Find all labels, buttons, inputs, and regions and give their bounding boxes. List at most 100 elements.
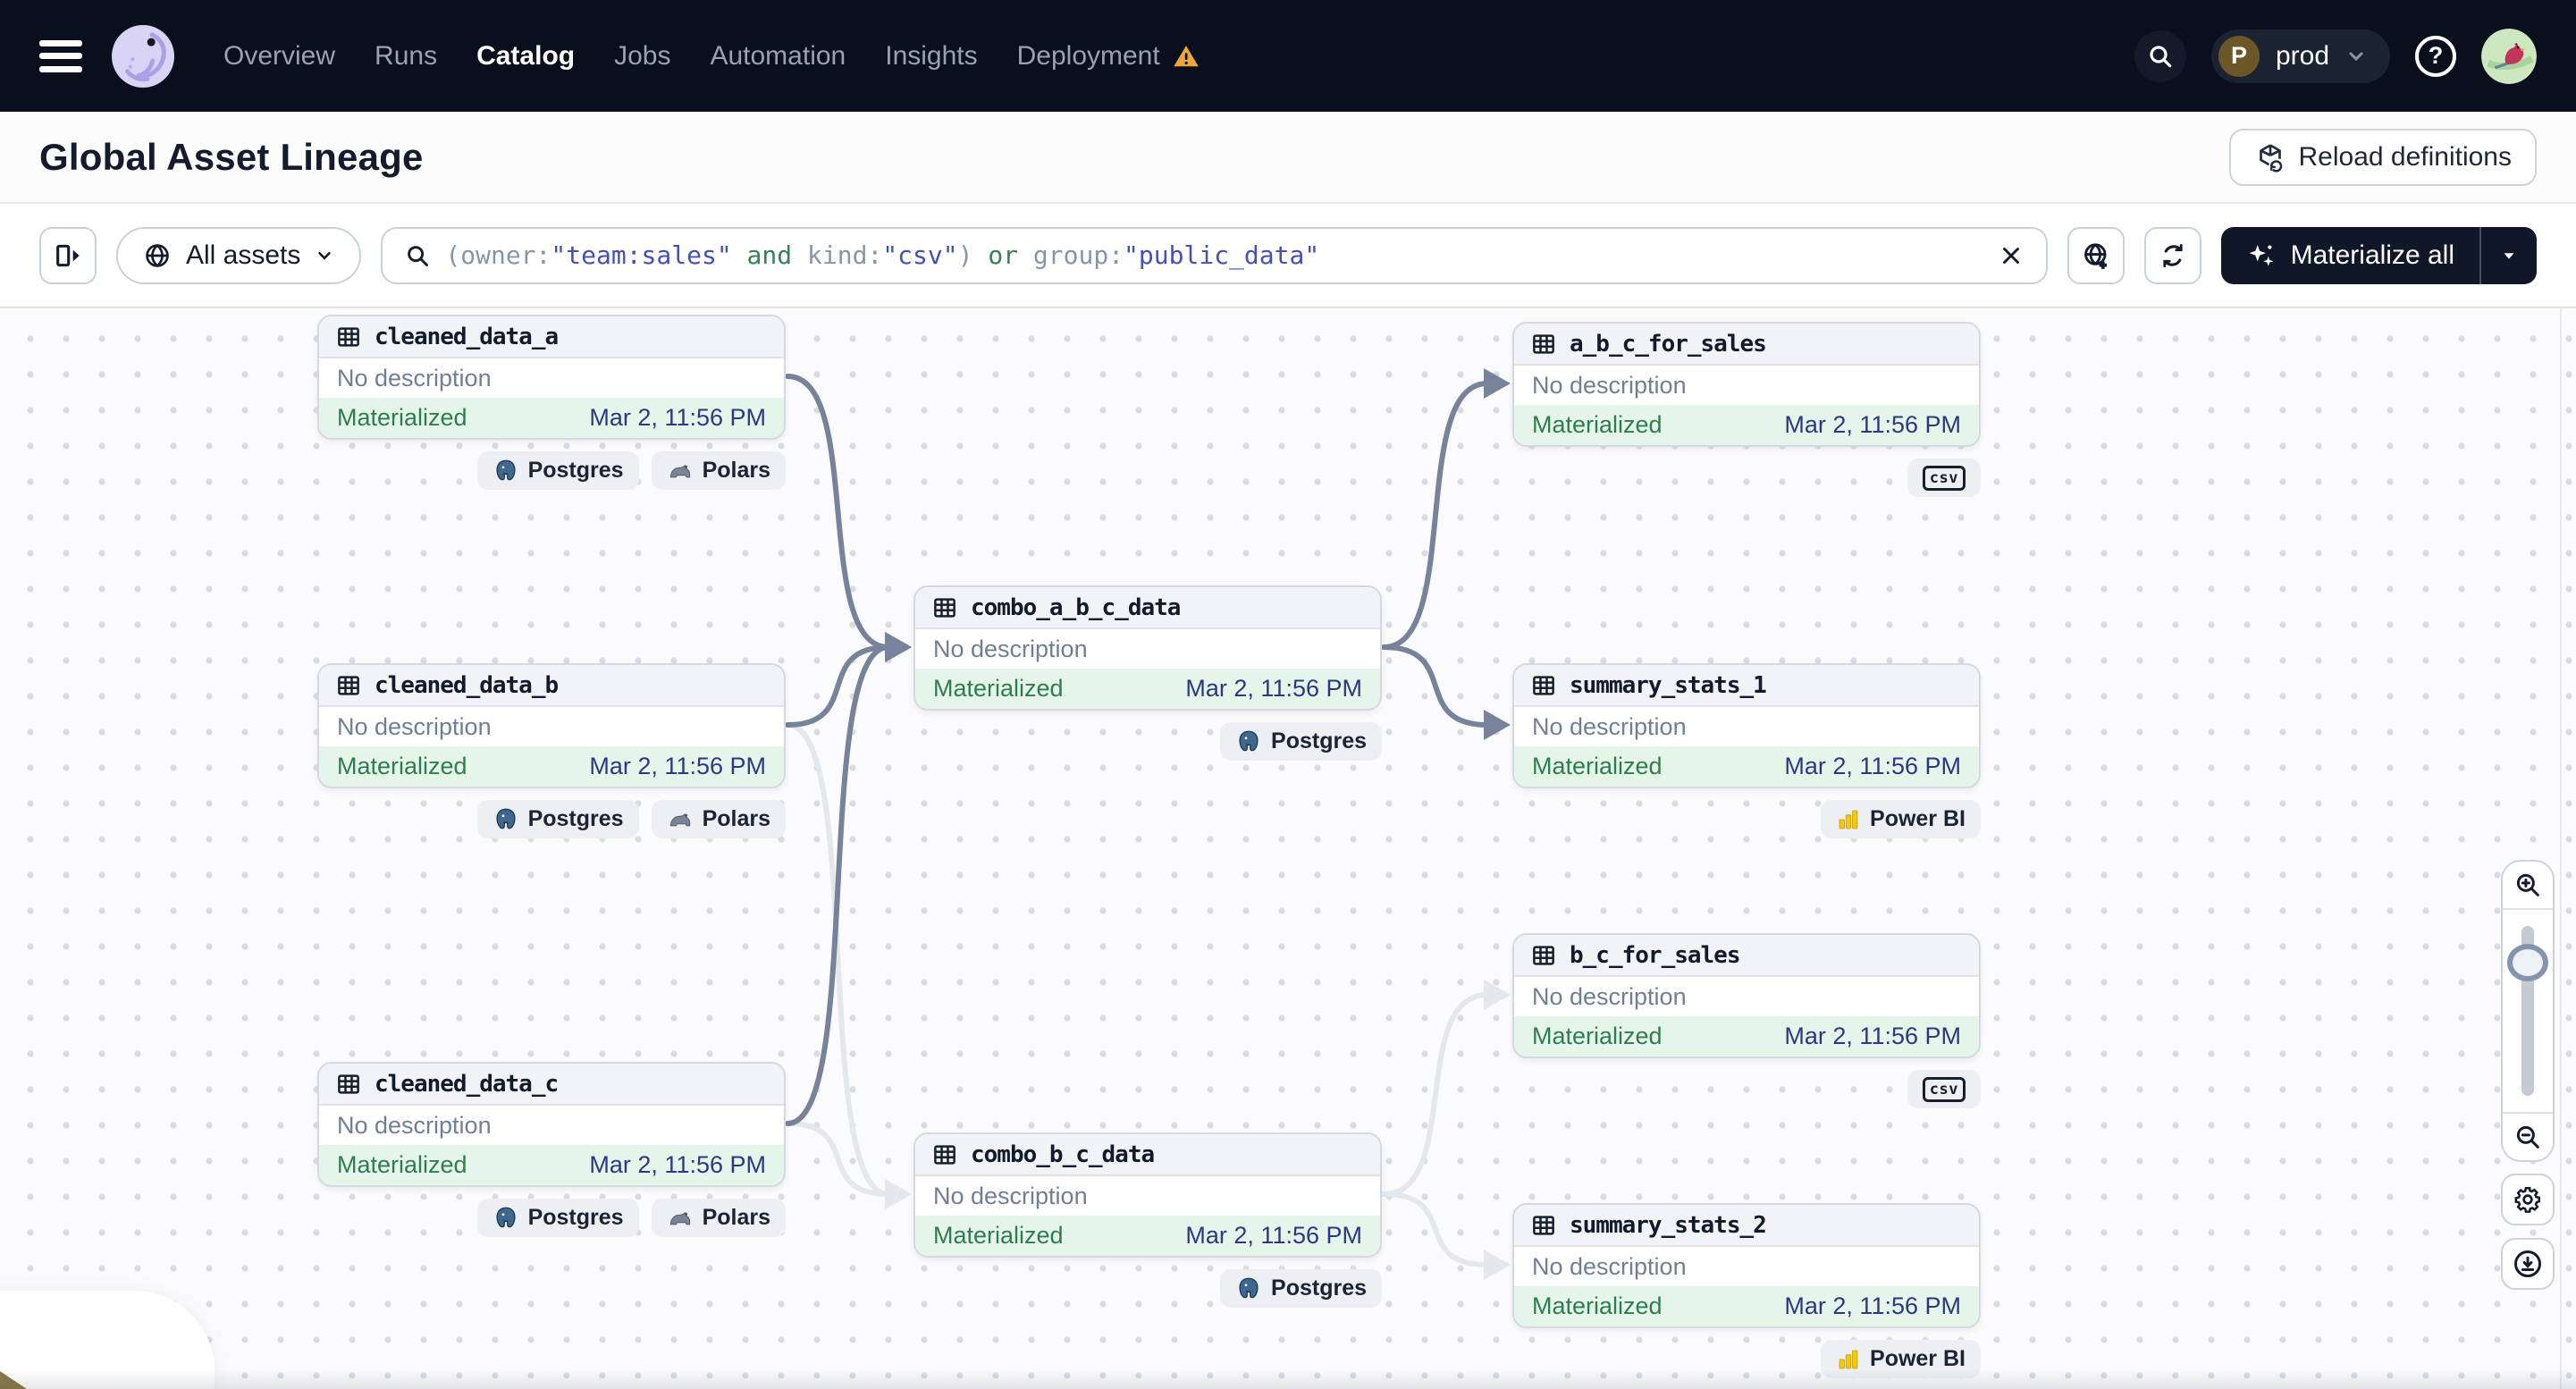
table-icon (1533, 333, 1554, 354)
asset-tags: Postgres Polars (317, 800, 786, 838)
asset-status-row: Materialized Mar 2, 11:56 PM (1514, 405, 1979, 445)
asset-node-header: summary_stats_2 (1514, 1205, 1979, 1247)
asset-node-card[interactable]: combo_a_b_c_data No description Material… (913, 585, 1382, 711)
asset-scope-label: All assets (186, 240, 301, 270)
nav-item-automation[interactable]: Automation (710, 41, 846, 72)
asset-node-card[interactable]: cleaned_data_b No description Materializ… (317, 663, 786, 788)
nav-item-overview[interactable]: Overview (223, 41, 335, 72)
asset-status: Materialized (1532, 1023, 1663, 1049)
kind-tag-csv[interactable]: csv (1907, 1070, 1981, 1108)
asset-timestamp[interactable]: Mar 2, 11:56 PM (589, 404, 766, 432)
asset-timestamp[interactable]: Mar 2, 11:56 PM (1784, 1292, 1961, 1320)
page-header: Global Asset Lineage Reload definitions (0, 112, 2576, 204)
kind-tag-postgres[interactable]: Postgres (476, 451, 639, 490)
search-icon[interactable] (2134, 29, 2186, 82)
asset-timestamp[interactable]: Mar 2, 11:56 PM (1784, 1023, 1961, 1050)
asset-status-row: Materialized Mar 2, 11:56 PM (915, 669, 1380, 709)
asset-node-card[interactable]: summary_stats_1 No description Materiali… (1512, 663, 1981, 788)
asset-node-card[interactable]: cleaned_data_a No description Materializ… (317, 315, 786, 440)
nav-item-catalog[interactable]: Catalog (476, 41, 575, 72)
asset-node-summary_stats_2[interactable]: summary_stats_2 No description Materiali… (1512, 1203, 1981, 1378)
asset-status: Materialized (1532, 753, 1663, 779)
nav-item-insights[interactable]: Insights (885, 41, 977, 72)
open-left-panel-button[interactable] (39, 226, 97, 284)
kind-tag-csv[interactable]: csv (1907, 459, 1981, 497)
asset-search-input[interactable]: (owner:"team:sales" and kind:"csv") or g… (381, 226, 2048, 284)
asset-name: combo_a_b_c_data (971, 593, 1181, 621)
nav-item-deployment[interactable]: Deployment (1017, 41, 1200, 72)
asset-node-card[interactable]: summary_stats_2 No description Materiali… (1512, 1203, 1981, 1328)
asset-timestamp[interactable]: Mar 2, 11:56 PM (589, 753, 766, 780)
asset-node-cleaned_data_b[interactable]: cleaned_data_b No description Materializ… (317, 663, 786, 838)
asset-node-a_b_c_for_sales[interactable]: a_b_c_for_sales No description Materiali… (1512, 322, 1981, 497)
environment-switcher[interactable]: P prod (2210, 29, 2390, 83)
new-catalog-view-button[interactable] (2067, 226, 2125, 284)
asset-description: No description (933, 635, 1088, 662)
kind-tag-polars[interactable]: Polars (651, 1199, 786, 1237)
canvas-right-divider (2560, 308, 2562, 1389)
asset-tags: Postgres Polars (317, 451, 786, 490)
download-graph-button[interactable] (2501, 1238, 2555, 1290)
table-icon (1533, 675, 1554, 695)
asset-status-row: Materialized Mar 2, 11:56 PM (1514, 1016, 1979, 1056)
asset-node-cleaned_data_a[interactable]: cleaned_data_a No description Materializ… (317, 315, 786, 490)
postgres-icon (496, 808, 516, 829)
zoom-out-icon (2516, 1125, 2539, 1149)
asset-name: a_b_c_for_sales (1570, 330, 1767, 358)
kind-tag-postgres[interactable]: Postgres (476, 1199, 639, 1237)
asset-description: No description (1532, 712, 1687, 740)
zoom-slider-thumb[interactable] (2507, 944, 2548, 981)
chevron-down-icon (2349, 52, 2363, 61)
hamburger-menu-icon[interactable] (39, 39, 82, 72)
asset-node-header: combo_b_c_data (915, 1134, 1380, 1176)
postgres-icon (496, 459, 516, 480)
asset-node-combo_a_b_c_data[interactable]: combo_a_b_c_data No description Material… (913, 585, 1382, 761)
materialize-all-button[interactable]: Materialize all (2220, 226, 2537, 284)
asset-node-card[interactable]: cleaned_data_c No description Materializ… (317, 1062, 786, 1187)
asset-timestamp[interactable]: Mar 2, 11:56 PM (1784, 753, 1961, 780)
asset-node-b_c_for_sales[interactable]: b_c_for_sales No description Materialize… (1512, 933, 1981, 1108)
help-icon[interactable]: ? (2415, 35, 2456, 77)
globe-plus-icon (2084, 242, 2107, 269)
asset-timestamp[interactable]: Mar 2, 11:56 PM (589, 1151, 766, 1179)
asset-node-card[interactable]: a_b_c_for_sales No description Materiali… (1512, 322, 1981, 447)
materialize-all-main[interactable]: Materialize all (2221, 227, 2479, 284)
kind-tag-polars[interactable]: Polars (651, 451, 786, 490)
asset-node-combo_b_c_data[interactable]: combo_b_c_data No description Materializ… (913, 1132, 1382, 1308)
kind-tag-postgres[interactable]: Postgres (1220, 1269, 1382, 1308)
top-navigation-bar: Overview Runs Catalog Jobs Automation Insight… (0, 0, 2576, 112)
asset-timestamp[interactable]: Mar 2, 11:56 PM (1185, 675, 1362, 703)
asset-node-header: cleaned_data_a (319, 316, 784, 358)
asset-node-header: b_c_for_sales (1514, 935, 1979, 977)
asset-node-card[interactable]: b_c_for_sales No description Materialize… (1512, 933, 1981, 1058)
asset-scope-dropdown[interactable]: All assets (116, 226, 362, 284)
kind-tag-powerbi[interactable]: Power BI (1821, 1340, 1981, 1378)
user-avatar[interactable] (2481, 28, 2537, 84)
materialize-options-caret[interactable] (2479, 226, 2537, 284)
nav-item-runs[interactable]: Runs (375, 41, 437, 72)
kind-tag-powerbi[interactable]: Power BI (1821, 800, 1981, 838)
refresh-button[interactable] (2143, 226, 2201, 284)
asset-node-cleaned_data_c[interactable]: cleaned_data_c No description Materializ… (317, 1062, 786, 1237)
asset-timestamp[interactable]: Mar 2, 11:56 PM (1185, 1222, 1362, 1250)
graph-settings-button[interactable] (2501, 1174, 2555, 1225)
zoom-slider[interactable] (2503, 910, 2553, 1112)
zoom-out-button[interactable] (2503, 1112, 2553, 1160)
kind-tag-polars[interactable]: Polars (651, 800, 786, 838)
asset-node-header: cleaned_data_c (319, 1064, 784, 1106)
reload-definitions-button[interactable]: Reload definitions (2228, 128, 2537, 186)
zoom-in-button[interactable] (2503, 862, 2553, 910)
asset-node-card[interactable]: combo_b_c_data No description Materializ… (913, 1132, 1382, 1258)
asset-timestamp[interactable]: Mar 2, 11:56 PM (1784, 411, 1961, 439)
nav-item-jobs[interactable]: Jobs (614, 41, 670, 72)
clear-search-icon[interactable] (1998, 242, 2025, 269)
asset-status: Materialized (1532, 1292, 1663, 1319)
kind-tag-label: Power BI (1870, 806, 1966, 831)
dagster-logo[interactable] (107, 21, 179, 92)
table-icon (934, 1144, 955, 1165)
kind-tag-postgres[interactable]: Postgres (476, 800, 639, 838)
kind-tag-postgres[interactable]: Postgres (1220, 722, 1382, 761)
gear-icon (2514, 1186, 2541, 1213)
asset-node-summary_stats_1[interactable]: summary_stats_1 No description Materiali… (1512, 663, 1981, 838)
power-bi-icon (1839, 1350, 1858, 1368)
